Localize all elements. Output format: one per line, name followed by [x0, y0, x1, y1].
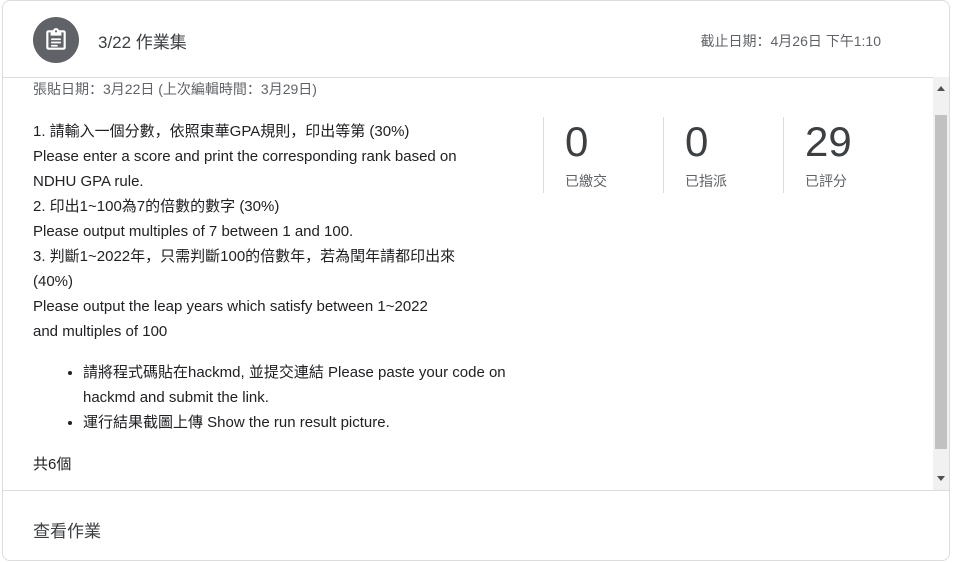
description-line: Please enter a score and print the corre… [33, 148, 457, 165]
description-line: Please output multiples of 7 between 1 a… [33, 223, 354, 240]
assignment-title: 3/22 作業集 [98, 33, 187, 52]
assignment-header[interactable]: 3/22 作業集 截止日期：4月26日 下午1:10 [3, 1, 949, 78]
stat-assigned-value: 0 [685, 118, 709, 165]
description-line: 2. 印出1~100為7的倍數的數字 (30%) [33, 198, 280, 215]
due-date: 截止日期：4月26日 下午1:10 [700, 33, 882, 49]
scrollbar[interactable] [933, 77, 949, 490]
assignment-footer: 查看作業 [3, 490, 949, 560]
stat-assigned[interactable]: 0 已指派 [663, 117, 783, 193]
assignment-card: 3/22 作業集 截止日期：4月26日 下午1:10 張貼日期：3月22日 (上… [2, 0, 950, 561]
stat-assigned-label: 已指派 [685, 173, 727, 189]
instruction-item: 請將程式碼貼在hackmd, 並提交連結 Please paste your c… [83, 360, 523, 410]
scrollbar-thumb[interactable] [935, 115, 947, 449]
description-line: 1. 請輸入一個分數，依照東華GPA規則，印出等第 (30%) [33, 123, 410, 140]
instruction-item: 運行結果截圖上傳 Show the run result picture. [83, 410, 523, 435]
stat-graded-label: 已評分 [805, 173, 847, 189]
stat-graded-value: 29 [805, 118, 852, 165]
attachment-count: 共6個 [33, 456, 72, 473]
description-line: (40%) [33, 273, 74, 290]
view-assignment-link[interactable]: 查看作業 [33, 517, 101, 542]
assignment-description: 1. 請輸入一個分數，依照東華GPA規則，印出等第 (30%) Please e… [33, 119, 523, 435]
scroll-up-arrow-icon[interactable] [933, 77, 949, 99]
posted-date: 張貼日期：3月22日 (上次編輯時間：3月29日) [33, 81, 317, 97]
description-line: Please output the leap years which satis… [33, 298, 428, 315]
assignment-icon [33, 17, 79, 63]
stat-turned-in-value: 0 [565, 118, 589, 165]
description-line: NDHU GPA rule. [33, 173, 144, 190]
description-line: 3. 判斷1~2022年，只需判斷100的倍數年，若為閏年請都印出來 [33, 248, 456, 265]
stat-turned-in[interactable]: 0 已繳交 [543, 117, 663, 193]
stat-graded[interactable]: 29 已評分 [783, 117, 903, 193]
instruction-list: 請將程式碼貼在hackmd, 並提交連結 Please paste your c… [33, 360, 523, 435]
assignment-body: 張貼日期：3月22日 (上次編輯時間：3月29日) 1. 請輸入一個分數，依照東… [3, 77, 933, 490]
scroll-down-arrow-icon[interactable] [933, 468, 949, 490]
description-line: and multiples of 100 [33, 323, 168, 340]
stat-turned-in-label: 已繳交 [565, 173, 607, 189]
